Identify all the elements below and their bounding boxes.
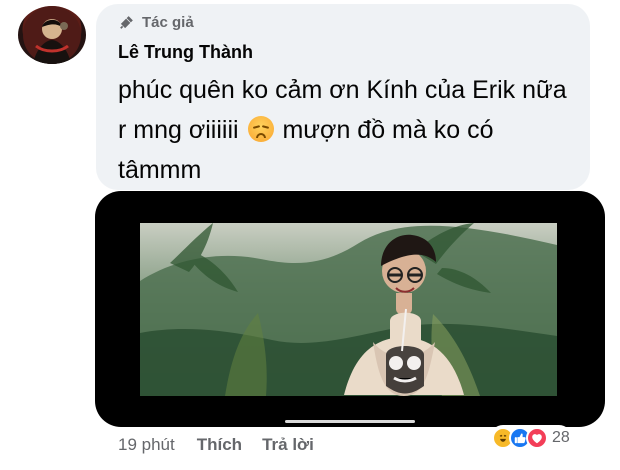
comment-author[interactable]: Lê Trung Thành (118, 42, 253, 63)
reply-button[interactable]: Trả lời (262, 435, 314, 455)
reaction-count: 28 (552, 429, 570, 446)
mic-icon (120, 16, 133, 29)
video-attachment[interactable] (95, 191, 605, 427)
video-progress-bar (285, 420, 415, 423)
author-badge-label: Tác giả (142, 13, 194, 31)
comment-text: phúc quên ko cảm ơn Kính của Erik nữa r … (118, 70, 568, 190)
reaction-summary[interactable]: 28 (490, 425, 572, 451)
like-button[interactable]: Thích (197, 435, 242, 455)
disappointed-face-emoji-icon (247, 116, 274, 142)
video-frame (140, 223, 557, 396)
comment-actions: 19 phút Thích Trả lời (118, 432, 334, 458)
comment-time[interactable]: 19 phút (118, 435, 175, 455)
love-icon (526, 427, 548, 449)
avatar[interactable] (18, 6, 86, 64)
author-badge: Tác giả (118, 12, 194, 32)
